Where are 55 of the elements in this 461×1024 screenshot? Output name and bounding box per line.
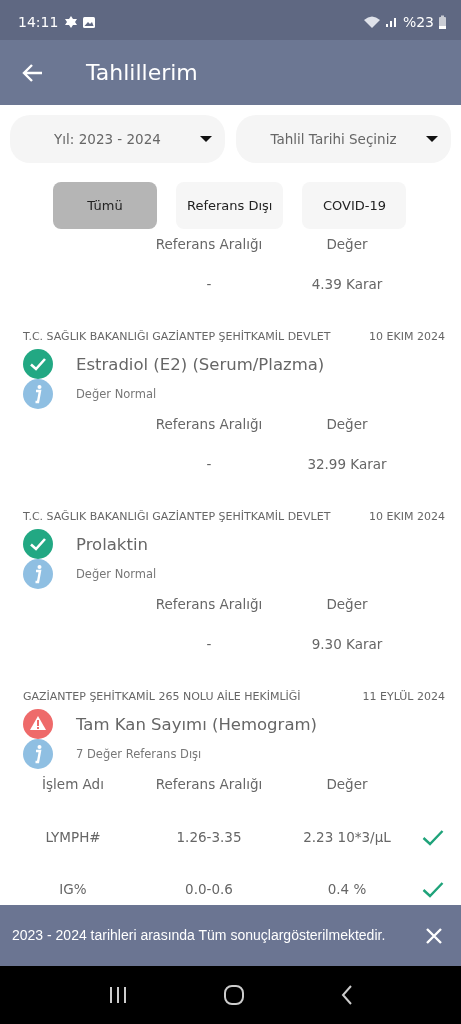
column-header: Değer bbox=[326, 596, 368, 612]
column-header: Referans Aralığı bbox=[155, 236, 263, 252]
table-cell: 32.99 Karar bbox=[307, 456, 387, 472]
check-circle-icon bbox=[23, 529, 53, 559]
result-date: 10 EKIM 2024 bbox=[369, 330, 445, 343]
check-circle-icon bbox=[23, 349, 53, 379]
table-cell: 1.26-3.35 bbox=[176, 829, 242, 845]
column-header: Değer bbox=[326, 416, 368, 432]
table-cell: - bbox=[206, 276, 212, 292]
filter-tab[interactable]: Tümü bbox=[53, 182, 157, 229]
column-header: Değer bbox=[326, 776, 368, 792]
test-name: Tam Kan Sayımı (Hemogram) bbox=[76, 714, 317, 734]
signal-icon bbox=[384, 16, 399, 28]
table-cell: - bbox=[206, 456, 212, 472]
result-date: 11 EYLÜL 2024 bbox=[362, 690, 445, 703]
recent-apps-icon[interactable] bbox=[107, 986, 128, 1004]
facility-name: GAZİANTEP ŞEHİTKAMİL 265 NOLU AİLE HEKİMLİĞİ bbox=[23, 690, 301, 703]
table-cell: - bbox=[206, 636, 212, 652]
caret-icon bbox=[199, 135, 213, 143]
table-cell: 0.0-0.6 bbox=[185, 881, 233, 897]
image-icon bbox=[82, 15, 97, 29]
column-header: Referans Aralığı bbox=[155, 416, 263, 432]
column-header: Referans Aralığı bbox=[155, 596, 263, 612]
table-cell: IG% bbox=[59, 881, 87, 897]
battery-text: %23 bbox=[402, 14, 434, 30]
table-cell: 0.4 % bbox=[327, 881, 367, 897]
caret-icon bbox=[425, 135, 439, 143]
warning-icon bbox=[23, 709, 53, 739]
filter-tab[interactable]: Referans Dışı bbox=[176, 182, 284, 229]
snackbar-message: 2023 - 2024 tarihleri arasında Tüm sonuçlargösterilmektedir. bbox=[12, 927, 387, 944]
screen-title: Tahlillerim bbox=[86, 60, 198, 85]
result-date: 10 EKIM 2024 bbox=[369, 510, 445, 523]
dropdown[interactable]: Tahlil Tarihi Seçiniz bbox=[236, 115, 451, 163]
column-header: İşlem Adı bbox=[42, 776, 104, 792]
table-cell: 4.39 Karar bbox=[311, 276, 383, 292]
table-cell: 2.23 10*3/µL bbox=[303, 829, 391, 845]
filter-tab[interactable]: COVID-19 bbox=[302, 182, 407, 229]
test-name: Prolaktin bbox=[76, 534, 148, 554]
wifi-icon bbox=[362, 15, 381, 29]
facility-name: T.C. SAĞLIK BAKANLIĞI GAZİANTEP ŞEHİTKAMİL DEVLET bbox=[23, 330, 331, 343]
column-header: Referans Aralığı bbox=[155, 776, 263, 792]
battery-icon bbox=[438, 14, 447, 30]
result-summary: Değer Normal bbox=[76, 387, 157, 401]
result-summary: 7 Değer Referans Dışı bbox=[76, 747, 202, 761]
facility-name: T.C. SAĞLIK BAKANLIĞI GAZİANTEP ŞEHİTKAMİL DEVLET bbox=[23, 510, 331, 523]
column-header: Değer bbox=[326, 236, 368, 252]
close-button[interactable] bbox=[425, 926, 443, 945]
table-cell: 9.30 Karar bbox=[311, 636, 383, 652]
back-icon[interactable] bbox=[339, 985, 354, 1005]
table-cell: LYMPH# bbox=[45, 829, 101, 845]
dropdown[interactable]: Yıl: 2023 - 2024 bbox=[10, 115, 225, 163]
test-name: Estradiol (E2) (Serum/Plazma) bbox=[76, 354, 325, 374]
home-icon[interactable] bbox=[222, 984, 245, 1006]
result-summary: Değer Normal bbox=[76, 567, 157, 581]
clock-text: 14:11 bbox=[18, 14, 59, 30]
